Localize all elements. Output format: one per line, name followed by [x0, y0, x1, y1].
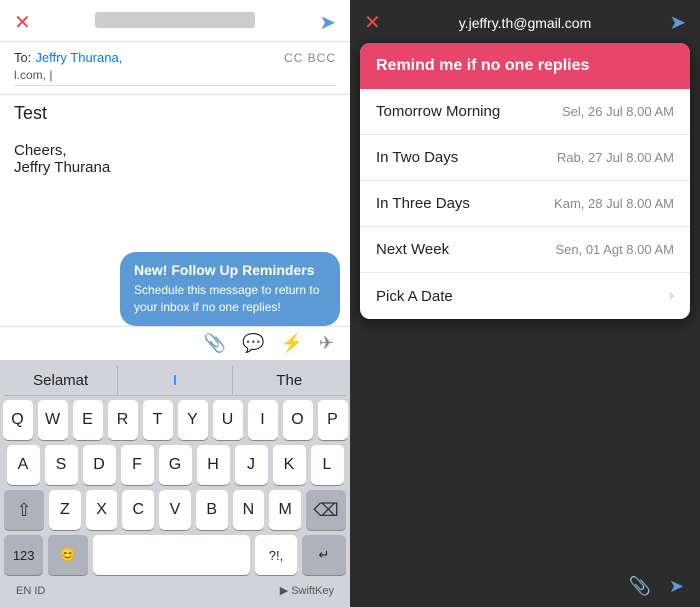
suggestion-selamat[interactable]: Selamat — [4, 366, 118, 395]
emoji-key[interactable]: 😊 — [48, 535, 87, 575]
right-send-icon[interactable]: ➤ — [669, 10, 686, 35]
key-y[interactable]: Y — [178, 400, 208, 440]
chat-icon[interactable]: 💬 — [242, 333, 264, 354]
chevron-right-icon: › — [669, 287, 674, 305]
right-close-icon[interactable]: ✕ — [364, 10, 381, 35]
keyboard-row-4: 123 😊 ?!, ↵ — [4, 535, 346, 575]
suggestion-the[interactable]: The — [233, 366, 346, 395]
remind-date-three-days: Kam, 28 Jul 8.00 AM — [554, 196, 674, 211]
keyboard: Selamat I The Q W E R T Y U I O P A S D … — [0, 360, 350, 607]
remind-item-pick-date[interactable]: Pick A Date › — [360, 273, 690, 319]
remind-item-three-days[interactable]: In Three Days Kam, 28 Jul 8.00 AM — [360, 181, 690, 227]
key-j[interactable]: J — [235, 445, 268, 485]
recipient-name: Jeffry Thurana, — [35, 50, 122, 65]
remind-header-title: Remind me if no one replies — [360, 43, 690, 89]
key-s[interactable]: S — [45, 445, 78, 485]
left-header: ✕ ➤ — [0, 0, 350, 42]
remind-item-next-week[interactable]: Next Week Sen, 01 Agt 8.00 AM — [360, 227, 690, 273]
key-t[interactable]: T — [143, 400, 173, 440]
remind-date-next-week: Sen, 01 Agt 8.00 AM — [555, 242, 674, 257]
left-panel: ✕ ➤ To: Jeffry Thurana, CC BCC l.com, | … — [0, 0, 350, 607]
swiftkey-branding: ▶ SwiftKey — [280, 584, 334, 597]
to-line: To: Jeffry Thurana, CC BCC — [14, 50, 336, 65]
body-line2: Jeffry Thurana — [14, 159, 336, 176]
key-d[interactable]: D — [83, 445, 116, 485]
right-toolbar: 📎 ➤ — [350, 566, 700, 607]
blurred-header-text — [95, 12, 255, 28]
email-value: l.com, | — [14, 68, 52, 82]
key-b[interactable]: B — [196, 490, 228, 530]
key-h[interactable]: H — [197, 445, 230, 485]
key-k[interactable]: K — [273, 445, 306, 485]
key-e[interactable]: E — [73, 400, 103, 440]
delete-key[interactable]: ⌫ — [306, 490, 346, 530]
keyboard-row-1: Q W E R T Y U I O P — [4, 400, 346, 440]
follow-up-title: New! Follow Up Reminders — [134, 262, 326, 278]
keyboard-suggestions: Selamat I The — [4, 366, 346, 396]
remind-label-two-days: In Two Days — [376, 149, 458, 166]
body-line1: Cheers, — [14, 142, 336, 159]
remind-label-three-days: In Three Days — [376, 195, 470, 212]
remind-item-tomorrow[interactable]: Tomorrow Morning Sel, 26 Jul 8.00 AM — [360, 89, 690, 135]
remind-label-pick-date: Pick A Date — [376, 288, 453, 305]
key-c[interactable]: C — [122, 490, 154, 530]
keyboard-row-2: A S D F G H J K L — [4, 445, 346, 485]
remind-label-tomorrow: Tomorrow Morning — [376, 103, 500, 120]
bolt-icon[interactable]: ⚡ — [280, 333, 302, 354]
key-i[interactable]: I — [248, 400, 278, 440]
key-n[interactable]: N — [233, 490, 265, 530]
remind-label-next-week: Next Week — [376, 241, 449, 258]
remind-item-two-days[interactable]: In Two Days Rab, 27 Jul 8.00 AM — [360, 135, 690, 181]
key-q[interactable]: Q — [3, 400, 33, 440]
undo-icon[interactable]: ✈ — [319, 333, 334, 354]
right-header-email: y.jeffry.th@gmail.com — [381, 15, 669, 31]
keyboard-row-3: ⇧ Z X C V B N M ⌫ — [4, 490, 346, 530]
remind-date-tomorrow: Sel, 26 Jul 8.00 AM — [562, 104, 674, 119]
punctuation-key[interactable]: ?!, — [255, 535, 297, 575]
key-x[interactable]: X — [86, 490, 118, 530]
right-send-toolbar-icon[interactable]: ➤ — [669, 576, 684, 597]
right-panel: ✕ y.jeffry.th@gmail.com ➤ Remind me if n… — [350, 0, 700, 607]
number-key[interactable]: 123 — [4, 535, 43, 575]
close-icon[interactable]: ✕ — [14, 10, 31, 35]
email-body[interactable]: Cheers, Jeffry Thurana New! Follow Up Re… — [0, 132, 350, 326]
compose-toolbar: 📎 💬 ⚡ ✈ — [0, 326, 350, 360]
compose-header: To: Jeffry Thurana, CC BCC l.com, | — [0, 42, 350, 95]
subject-line[interactable]: Test — [0, 95, 350, 132]
language-tag: EN ID — [16, 585, 45, 597]
key-v[interactable]: V — [159, 490, 191, 530]
shift-key[interactable]: ⇧ — [4, 490, 44, 530]
right-attachment-icon[interactable]: 📎 — [628, 576, 650, 597]
cc-bcc-button[interactable]: CC BCC — [284, 51, 336, 65]
key-m[interactable]: M — [269, 490, 301, 530]
remind-date-two-days: Rab, 27 Jul 8.00 AM — [557, 150, 674, 165]
email-subject-header — [31, 12, 319, 33]
key-a[interactable]: A — [7, 445, 40, 485]
follow-up-bubble: New! Follow Up Reminders Schedule this m… — [120, 252, 340, 326]
to-label: To: — [14, 50, 31, 65]
email-input-field[interactable]: l.com, | — [14, 65, 336, 86]
key-o[interactable]: O — [283, 400, 313, 440]
key-w[interactable]: W — [38, 400, 68, 440]
key-g[interactable]: G — [159, 445, 192, 485]
attachment-icon[interactable]: 📎 — [204, 333, 226, 354]
return-key[interactable]: ↵ — [302, 535, 346, 575]
keyboard-bottom-bar: EN ID ▶ SwiftKey — [4, 580, 346, 603]
suggestion-i[interactable]: I — [118, 366, 232, 395]
key-f[interactable]: F — [121, 445, 154, 485]
remind-panel: Remind me if no one replies Tomorrow Mor… — [360, 43, 690, 319]
key-r[interactable]: R — [108, 400, 138, 440]
send-icon[interactable]: ➤ — [319, 10, 336, 35]
key-z[interactable]: Z — [49, 490, 81, 530]
key-p[interactable]: P — [318, 400, 348, 440]
space-key[interactable] — [93, 535, 250, 575]
follow-up-desc: Schedule this message to return to your … — [134, 282, 326, 316]
key-u[interactable]: U — [213, 400, 243, 440]
right-header: ✕ y.jeffry.th@gmail.com ➤ — [350, 0, 700, 43]
key-l[interactable]: L — [311, 445, 344, 485]
